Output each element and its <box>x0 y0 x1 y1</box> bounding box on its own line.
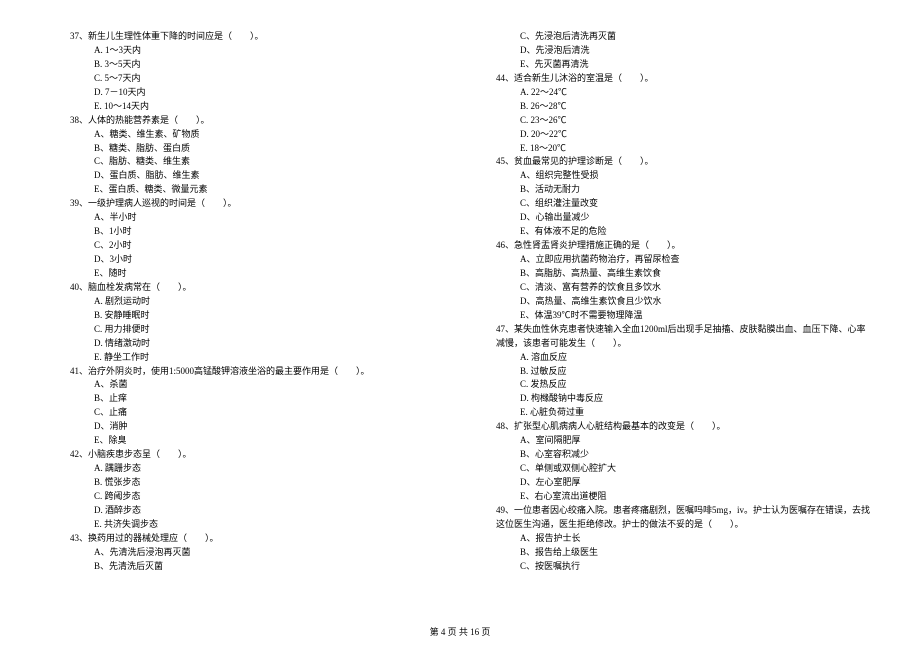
question-37: 37、新生儿生理性体重下降的时间应是（ ）。 A. 1～3天内 B. 3～5天内… <box>70 30 436 114</box>
option: C、脂肪、糖类、维生素 <box>70 155 436 169</box>
option: A、半小时 <box>70 211 436 225</box>
option: B. 3～5天内 <box>70 58 436 72</box>
option: D、左心室肥厚 <box>496 476 870 490</box>
option: D、高热量、高维生素饮食且少饮水 <box>496 295 870 309</box>
option: D、3小时 <box>70 253 436 267</box>
option: B、高脂肪、高热量、高维生素饮食 <box>496 267 870 281</box>
option: B、报告给上级医生 <box>496 546 870 560</box>
left-column: 37、新生儿生理性体重下降的时间应是（ ）。 A. 1～3天内 B. 3～5天内… <box>70 30 436 574</box>
option: E. 静坐工作时 <box>70 351 436 365</box>
option: B. 安静睡眠时 <box>70 309 436 323</box>
option: A、杀菌 <box>70 378 436 392</box>
question-text: 37、新生儿生理性体重下降的时间应是（ ）。 <box>70 30 436 44</box>
option: D. 情绪激动时 <box>70 337 436 351</box>
question-text-line2: 减慢，该患者可能发生（ ）。 <box>496 337 870 351</box>
question-text: 47、某失血性休克患者快速输入全血1200ml后出现手足抽搐、皮肤黏膜出血、血压… <box>496 323 870 337</box>
option: C、先浸泡后清洗再灭菌 <box>496 30 870 44</box>
question-39: 39、一级护理病人巡视的时间是（ ）。 A、半小时 B、1小时 C、2小时 D、… <box>70 197 436 281</box>
option: B、活动无耐力 <box>496 183 870 197</box>
option: B. 26～28℃ <box>496 100 870 114</box>
option: E. 共济失调步态 <box>70 518 436 532</box>
option: A、先清洗后浸泡再灭菌 <box>70 546 436 560</box>
question-42: 42、小脑疾患步态呈（ ）。 A. 蹒跚步态 B. 慌张步态 C. 跨阈步态 D… <box>70 448 436 532</box>
page-footer: 第 4 页 共 16 页 <box>0 625 920 638</box>
option: D、消肿 <box>70 420 436 434</box>
question-text: 45、贫血最常见的护理诊断是（ ）。 <box>496 155 870 169</box>
question-49: 49、一位患者因心绞痛入院。患者疼痛剧烈，医嘱吗啡5mg，iv。护士认为医嘱存在… <box>496 504 870 574</box>
option: D、心输出量减少 <box>496 211 870 225</box>
option: E、蛋白质、糖类、微量元素 <box>70 183 436 197</box>
question-text: 40、脑血栓发病常在（ ）。 <box>70 281 436 295</box>
option: A、立即应用抗菌药物治疗，再留尿检查 <box>496 253 870 267</box>
option: E. 18～20℃ <box>496 142 870 156</box>
question-41: 41、治疗外阴炎时，使用1:5000高锰酸钾溶液坐浴的最主要作用是（ ）。 A、… <box>70 365 436 449</box>
option: E、先灭菌再清洗 <box>496 58 870 72</box>
option: E、右心室流出道梗阻 <box>496 490 870 504</box>
option: E. 心脏负荷过重 <box>496 406 870 420</box>
option: D、先浸泡后清洗 <box>496 44 870 58</box>
option: C. 用力排便时 <box>70 323 436 337</box>
option: B、止痒 <box>70 392 436 406</box>
option: C. 发热反应 <box>496 378 870 392</box>
option: B、1小时 <box>70 225 436 239</box>
option: E、随时 <box>70 267 436 281</box>
question-text: 49、一位患者因心绞痛入院。患者疼痛剧烈，医嘱吗啡5mg，iv。护士认为医嘱存在… <box>496 504 870 518</box>
option: D、蛋白质、脂肪、维生素 <box>70 169 436 183</box>
question-43: 43、换药用过的器械处理应（ ）。 A、先清洗后浸泡再灭菌 B、先清洗后灭菌 <box>70 532 436 574</box>
option: A. 剧烈运动时 <box>70 295 436 309</box>
question-text-line2: 这位医生沟通，医生拒绝修改。护士的做法不妥的是（ ）。 <box>496 518 870 532</box>
option: D. 枸橼酸钠中毒反应 <box>496 392 870 406</box>
option: A、组织完整性受损 <box>496 169 870 183</box>
option: C、组织灌注量改变 <box>496 197 870 211</box>
question-text: 39、一级护理病人巡视的时间是（ ）。 <box>70 197 436 211</box>
question-text: 41、治疗外阴炎时，使用1:5000高锰酸钾溶液坐浴的最主要作用是（ ）。 <box>70 365 436 379</box>
question-text: 46、急性肾盂肾炎护理措施正确的是（ ）。 <box>496 239 870 253</box>
question-43-cont: C、先浸泡后清洗再灭菌 D、先浸泡后清洗 E、先灭菌再清洗 <box>496 30 870 72</box>
option: C、2小时 <box>70 239 436 253</box>
page-content: 37、新生儿生理性体重下降的时间应是（ ）。 A. 1～3天内 B. 3～5天内… <box>0 0 920 574</box>
option: E、体温39℃时不需要物理降温 <box>496 309 870 323</box>
question-46: 46、急性肾盂肾炎护理措施正确的是（ ）。 A、立即应用抗菌药物治疗，再留尿检查… <box>496 239 870 323</box>
option: A、糖类、维生素、矿物质 <box>70 128 436 142</box>
question-45: 45、贫血最常见的护理诊断是（ ）。 A、组织完整性受损 B、活动无耐力 C、组… <box>496 155 870 239</box>
option: B、心室容积减少 <box>496 448 870 462</box>
option: A、室间隔肥厚 <box>496 434 870 448</box>
option: A. 22～24℃ <box>496 86 870 100</box>
question-48: 48、扩张型心肌病病人心脏结构最基本的改变是（ ）。 A、室间隔肥厚 B、心室容… <box>496 420 870 504</box>
option: C、清淡、富有营养的饮食且多饮水 <box>496 281 870 295</box>
option: B. 慌张步态 <box>70 476 436 490</box>
option: C. 5～7天内 <box>70 72 436 86</box>
question-40: 40、脑血栓发病常在（ ）。 A. 剧烈运动时 B. 安静睡眠时 C. 用力排便… <box>70 281 436 365</box>
question-text: 48、扩张型心肌病病人心脏结构最基本的改变是（ ）。 <box>496 420 870 434</box>
option: C、按医嘱执行 <box>496 560 870 574</box>
option: D. 酒醉步态 <box>70 504 436 518</box>
question-38: 38、人体的热能营养素是（ ）。 A、糖类、维生素、矿物质 B、糖类、脂肪、蛋白… <box>70 114 436 198</box>
question-text: 43、换药用过的器械处理应（ ）。 <box>70 532 436 546</box>
option: C、止痛 <box>70 406 436 420</box>
question-text: 38、人体的热能营养素是（ ）。 <box>70 114 436 128</box>
question-text: 42、小脑疾患步态呈（ ）。 <box>70 448 436 462</box>
question-44: 44、适合新生儿沐浴的室温是（ ）。 A. 22～24℃ B. 26～28℃ C… <box>496 72 870 156</box>
option: B、糖类、脂肪、蛋白质 <box>70 142 436 156</box>
option: E. 10～14天内 <box>70 100 436 114</box>
option: A、报告护士长 <box>496 532 870 546</box>
option: D. 20～22℃ <box>496 128 870 142</box>
option: E、除臭 <box>70 434 436 448</box>
right-column: C、先浸泡后清洗再灭菌 D、先浸泡后清洗 E、先灭菌再清洗 44、适合新生儿沐浴… <box>496 30 870 574</box>
option: C. 23～26℃ <box>496 114 870 128</box>
option: C、单侧或双侧心腔扩大 <box>496 462 870 476</box>
option: D. 7－10天内 <box>70 86 436 100</box>
option: A. 1～3天内 <box>70 44 436 58</box>
question-text: 44、适合新生儿沐浴的室温是（ ）。 <box>496 72 870 86</box>
question-47: 47、某失血性休克患者快速输入全血1200ml后出现手足抽搐、皮肤黏膜出血、血压… <box>496 323 870 421</box>
option: B、先清洗后灭菌 <box>70 560 436 574</box>
option: E、有体液不足的危险 <box>496 225 870 239</box>
option: A. 溶血反应 <box>496 351 870 365</box>
option: A. 蹒跚步态 <box>70 462 436 476</box>
option: C. 跨阈步态 <box>70 490 436 504</box>
option: B. 过敏反应 <box>496 365 870 379</box>
